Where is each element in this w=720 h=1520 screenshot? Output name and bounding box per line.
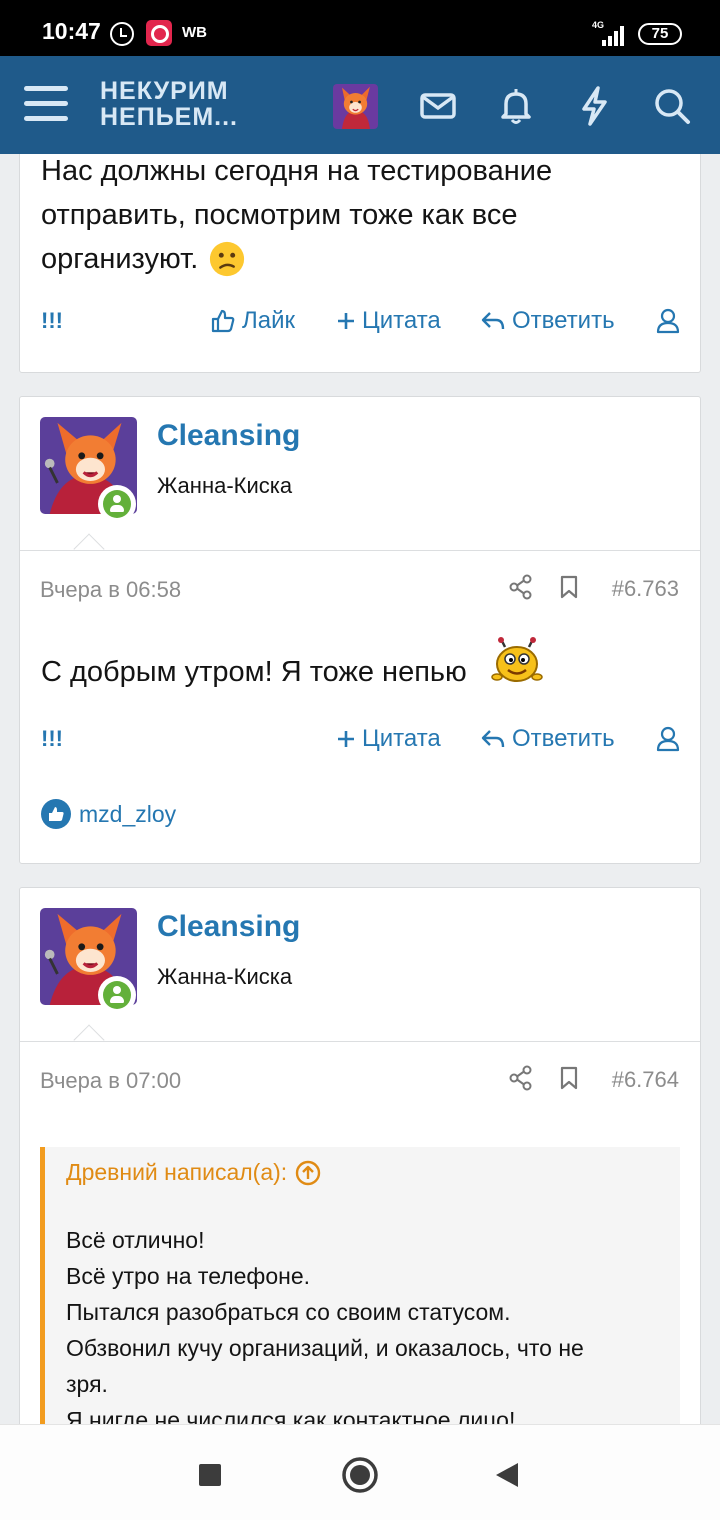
quote-text: Всё отлично! Всё утро на телефоне. Пытал… — [66, 1222, 676, 1424]
share-icon[interactable] — [508, 1065, 534, 1091]
smiley-bug-emoji — [491, 637, 543, 682]
plus-icon — [338, 731, 354, 747]
system-nav-bar — [0, 1424, 720, 1520]
signal-icon: 4G — [592, 20, 626, 46]
logo-line1: НЕКУРИМ — [100, 77, 229, 105]
like-reaction-icon — [41, 799, 71, 829]
reply-label: Ответить — [512, 725, 615, 752]
post-text-line: организуют. — [41, 243, 199, 275]
like-label: Лайк — [242, 307, 296, 334]
quote-line: Пытался разобраться со своим статусом. — [66, 1299, 511, 1325]
quote-button[interactable]: Цитата — [336, 301, 441, 341]
post-card: Cleansing Жанна-Киска Вчера в 07:00 #6.7… — [19, 887, 701, 1424]
post-text-line: отправить, посмотрим тоже как все — [41, 199, 518, 231]
reply-button[interactable]: Ответить — [480, 719, 615, 759]
online-status-icon — [98, 976, 136, 1014]
reply-label: Ответить — [512, 307, 615, 334]
quote-line: Я нигде не числился как контактное лицо! — [66, 1407, 516, 1424]
quote-header[interactable]: Древний написал(а): — [66, 1159, 321, 1186]
reply-icon — [481, 312, 505, 330]
post-text-line: Нас должны сегодня на тестирование — [41, 155, 553, 187]
divider — [20, 550, 700, 551]
confused-emoji — [210, 241, 245, 277]
home-button[interactable] — [340, 1455, 380, 1495]
thread-content[interactable]: Нас должны сегодня на тестирование отпра… — [0, 154, 720, 1424]
quote-label: Цитата — [362, 307, 441, 334]
post-card: Нас должны сегодня на тестирование отпра… — [19, 154, 701, 373]
mail-icon[interactable] — [416, 84, 460, 128]
search-icon[interactable] — [650, 84, 694, 128]
quote-line: зря. — [66, 1371, 108, 1397]
quote-line: Обзвонил кучу организаций, и оказалось, … — [66, 1335, 584, 1361]
post-date[interactable]: Вчера в 07:00 — [40, 1068, 181, 1094]
alarm-icon — [110, 22, 134, 46]
status-bar: 10:47 WB 4G 75 — [0, 0, 720, 56]
reply-icon — [481, 730, 505, 748]
avatar[interactable] — [333, 84, 378, 129]
bookmark-icon[interactable] — [556, 574, 582, 600]
post-message: Нас должны сегодня на тестирование отпра… — [41, 154, 552, 281]
recents-button[interactable] — [190, 1455, 230, 1495]
bang-reaction-button[interactable]: !!! — [41, 301, 63, 341]
reaction-username[interactable]: mzd_zloy — [79, 801, 176, 828]
post-date[interactable]: Вчера в 06:58 — [40, 577, 181, 603]
username-link[interactable]: Cleansing — [157, 910, 300, 944]
bolt-icon[interactable] — [572, 84, 616, 128]
network-type: 4G — [592, 20, 605, 30]
post-card: Cleansing Жанна-Киска Вчера в 06:58 #6.7… — [19, 396, 701, 864]
post-number[interactable]: #6.764 — [612, 1067, 679, 1093]
share-icon[interactable] — [508, 574, 534, 600]
bang-reaction-button[interactable]: !!! — [41, 719, 63, 759]
quote-line: Всё отлично! — [66, 1227, 205, 1253]
quote-button[interactable]: Цитата — [336, 719, 441, 759]
post-text: С добрым утром! Я тоже непью — [41, 656, 467, 688]
back-button[interactable] — [488, 1455, 528, 1495]
bell-icon[interactable] — [494, 84, 538, 128]
site-logo[interactable]: НЕКУРИМ НЕПЬЕМ... — [100, 78, 260, 130]
user-title: Жанна-Киска — [157, 964, 293, 989]
logo-line2: НЕПЬЕМ... — [100, 103, 239, 131]
user-icon[interactable] — [656, 719, 680, 759]
notch-decoration — [73, 533, 105, 565]
reactions-bar[interactable]: mzd_zloy — [41, 799, 176, 829]
user-title: Жанна-Киска — [157, 473, 293, 498]
bookmark-icon[interactable] — [556, 1065, 582, 1091]
quote-block: Древний написал(а): Всё отлично! Всё утр… — [40, 1147, 680, 1424]
post-actions: !!! Цитата Ответить — [20, 719, 700, 759]
post-message: С добрым утром! Я тоже непью — [41, 637, 543, 694]
quote-author: Древний написал(а): — [66, 1159, 288, 1185]
quote-line: Всё утро на телефоне. — [66, 1263, 311, 1289]
like-button[interactable]: Лайк — [210, 301, 295, 341]
quote-label: Цитата — [362, 725, 441, 752]
username-link[interactable]: Cleansing — [157, 419, 300, 453]
menu-icon[interactable] — [24, 86, 68, 122]
arrow-up-circle-icon — [295, 1160, 321, 1185]
status-time: 10:47 — [42, 18, 101, 44]
user-icon[interactable] — [656, 301, 680, 341]
online-status-icon — [98, 485, 136, 523]
post-actions: !!! Лайк Цитата Ответить — [20, 301, 700, 341]
notification-label: WB — [182, 24, 207, 41]
divider — [20, 1041, 700, 1042]
app-header: НЕКУРИМ НЕПЬЕМ... — [0, 56, 720, 154]
post-number[interactable]: #6.763 — [612, 576, 679, 602]
reply-button[interactable]: Ответить — [480, 301, 615, 341]
thumbs-up-icon — [211, 309, 235, 333]
plus-icon — [338, 313, 354, 329]
notch-decoration — [73, 1024, 105, 1056]
app-notification-icon — [146, 20, 172, 46]
battery-icon: 75 — [638, 23, 682, 45]
